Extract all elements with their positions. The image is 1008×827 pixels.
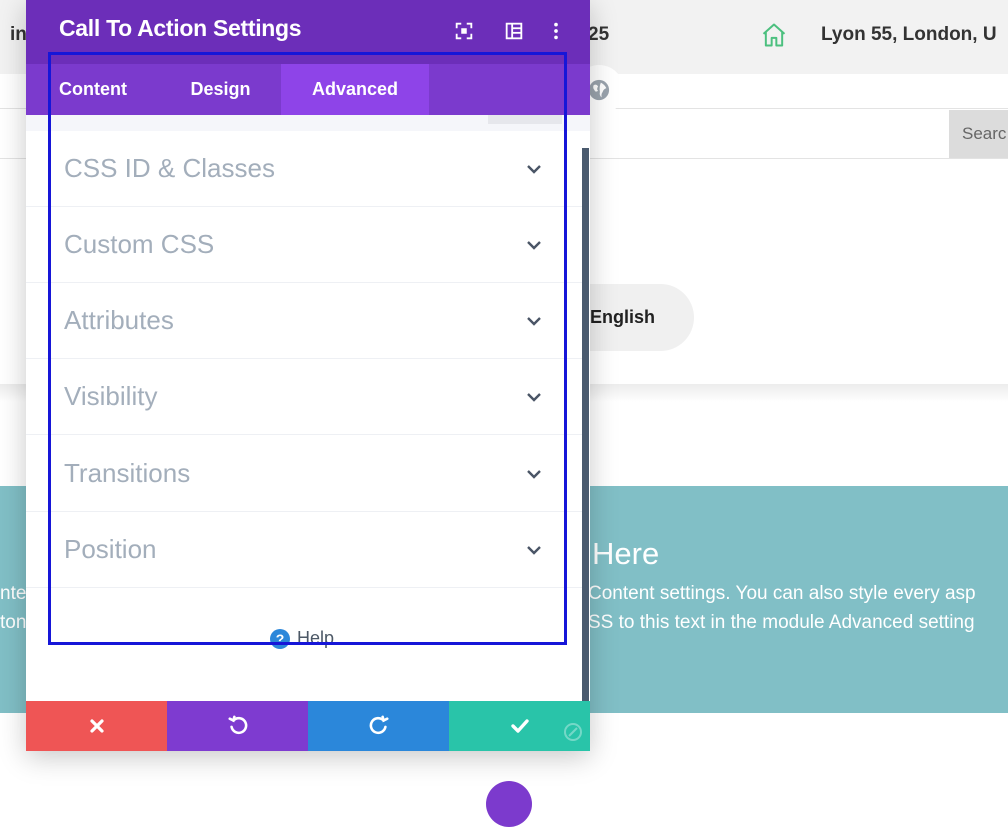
filter-button[interactable]: [488, 115, 562, 124]
chevron-down-icon: [527, 393, 541, 402]
redo-icon: [369, 715, 389, 735]
chevron-down-icon: [527, 546, 541, 555]
toggle-attributes[interactable]: Attributes: [26, 283, 582, 359]
cta-body-line-1: Content settings. You can also style eve…: [588, 583, 976, 604]
chevron-down-icon: [527, 241, 541, 250]
toggle-label: Transitions: [64, 458, 191, 488]
search-button[interactable]: Searc: [949, 110, 1008, 158]
check-icon: [510, 719, 529, 733]
columns-icon[interactable]: [503, 20, 525, 42]
save-button[interactable]: [449, 701, 590, 751]
toggle-css-id-classes[interactable]: CSS ID & Classes: [26, 131, 582, 207]
toggle-label: Visibility: [64, 381, 158, 411]
expand-icon[interactable]: [453, 20, 475, 42]
toggle-label: Custom CSS: [64, 229, 215, 259]
more-icon[interactable]: [545, 20, 567, 42]
chevron-down-icon: [527, 470, 541, 479]
topbar-partial-text: in: [10, 24, 27, 45]
undo-button[interactable]: [167, 701, 308, 751]
cta-left-fragment-2: ton: [0, 612, 27, 633]
resize-handle-icon[interactable]: [564, 723, 582, 741]
toggle-position[interactable]: Position: [26, 512, 582, 588]
tab-advanced[interactable]: Advanced: [281, 64, 429, 115]
toggle-label: Position: [64, 534, 157, 564]
close-icon: [89, 719, 104, 733]
filter-bar: [26, 115, 590, 131]
settings-tabs: Content Design Advanced: [26, 64, 590, 115]
tab-design[interactable]: Design: [160, 64, 281, 115]
cta-heading: Here: [592, 536, 660, 571]
language-label: English: [590, 307, 656, 327]
add-module-button[interactable]: [486, 781, 532, 827]
undo-icon: [227, 715, 247, 735]
help-label: Help: [297, 628, 335, 648]
modal-title: Call To Action Settings: [59, 15, 302, 41]
home-icon: [762, 23, 786, 47]
globe-icon: [588, 79, 610, 101]
chevron-down-icon: [527, 165, 541, 174]
toggle-visibility[interactable]: Visibility: [26, 359, 582, 435]
toggle-label: CSS ID & Classes: [64, 153, 275, 183]
discard-button[interactable]: [26, 701, 167, 751]
help-link[interactable]: ? Help: [270, 628, 334, 649]
chevron-down-icon: [527, 317, 541, 326]
help-icon: ?: [270, 628, 290, 649]
modal-header: Call To Action Settings: [26, 0, 590, 64]
modal-footer: [26, 701, 590, 751]
toggle-transitions[interactable]: Transitions: [26, 436, 582, 512]
redo-button[interactable]: [308, 701, 449, 751]
cta-left-fragment-1: nte: [0, 583, 27, 604]
cta-body-line-2: SS to this text in the module Advanced s…: [588, 612, 975, 633]
settings-modal: Call To Action Settings Content Design A…: [26, 0, 590, 751]
topbar-address: Lyon 55, London, U: [821, 24, 997, 45]
modal-scrollbar[interactable]: [582, 148, 589, 701]
toggle-custom-css[interactable]: Custom CSS: [26, 207, 582, 283]
topbar-phone-partial: 25: [588, 24, 610, 45]
toggle-label: Attributes: [64, 305, 174, 335]
tab-content[interactable]: Content: [26, 64, 160, 115]
